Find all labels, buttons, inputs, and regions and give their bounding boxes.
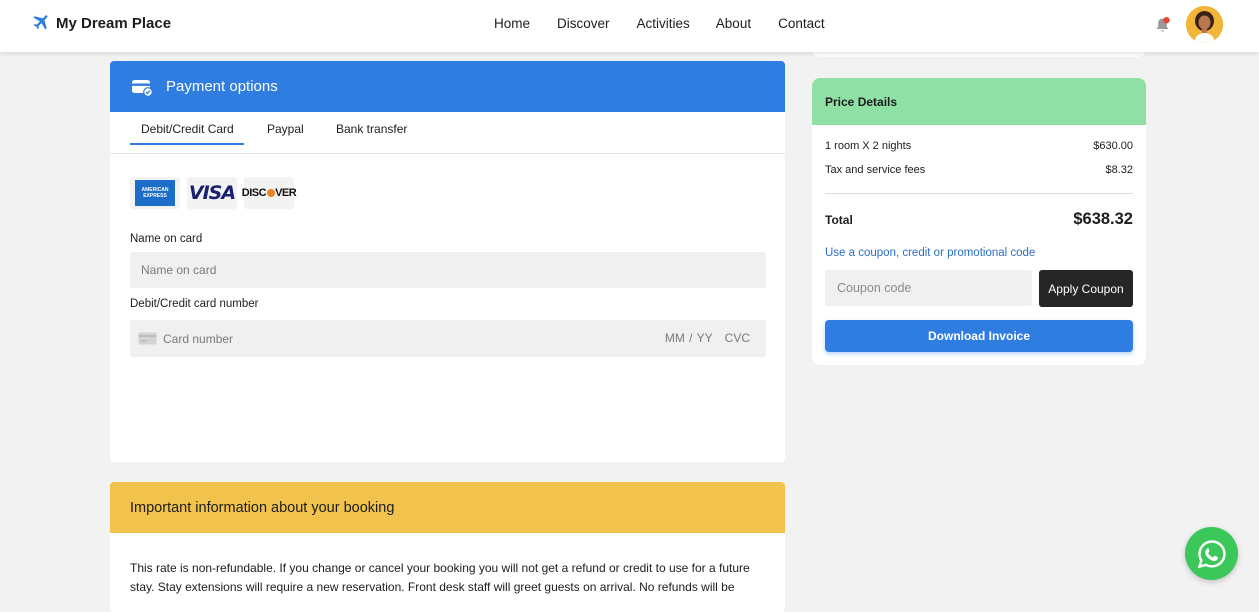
card-number-label: Debit/Credit card number bbox=[130, 298, 259, 310]
user-avatar[interactable] bbox=[1186, 6, 1223, 43]
active-tab-indicator bbox=[130, 143, 244, 145]
price-row: 1 room X 2 nights $630.00 bbox=[825, 140, 1133, 152]
total-label: Total bbox=[825, 212, 853, 227]
avatar-image bbox=[1186, 6, 1223, 43]
price-details-title: Price Details bbox=[812, 78, 1146, 125]
cvc-input[interactable]: CVC bbox=[725, 331, 750, 345]
price-row: Tax and service fees $8.32 bbox=[825, 164, 1133, 176]
card-number-input[interactable]: Card number MM / YY CVC bbox=[130, 320, 766, 357]
american-express-logo: AMERICAN EXPRESS bbox=[130, 177, 180, 209]
payment-options-title: Payment options bbox=[166, 78, 278, 95]
whatsapp-button[interactable] bbox=[1185, 527, 1238, 580]
nav-contact[interactable]: Contact bbox=[778, 16, 825, 31]
booking-info-title: Important information about your booking bbox=[110, 482, 785, 533]
coupon-code-input[interactable]: Coupon code bbox=[825, 270, 1032, 306]
visa-logo: VISA bbox=[187, 177, 237, 209]
main-nav: Home Discover Activities About Contact bbox=[494, 16, 825, 31]
payment-options-card: Payment options Debit/Credit Card Paypal… bbox=[110, 61, 785, 462]
bell-icon[interactable] bbox=[1154, 16, 1171, 34]
coupon-code-placeholder: Coupon code bbox=[837, 281, 912, 295]
nav-home[interactable]: Home bbox=[494, 16, 530, 31]
divider bbox=[825, 193, 1133, 194]
tab-bank-transfer[interactable]: Bank transfer bbox=[336, 122, 407, 136]
top-navbar: My Dream Place Home Discover Activities … bbox=[0, 0, 1259, 52]
price-row-label: 1 room X 2 nights bbox=[825, 140, 912, 152]
payment-tabs: Debit/Credit Card Paypal Bank transfer bbox=[110, 112, 785, 154]
payment-options-header: Payment options bbox=[110, 61, 785, 112]
nav-about[interactable]: About bbox=[716, 16, 751, 31]
price-details-card: Price Details 1 room X 2 nights $630.00 … bbox=[812, 78, 1146, 365]
airplane-icon bbox=[33, 15, 48, 30]
discover-logo: DISC VER bbox=[242, 177, 297, 209]
price-row-value: $8.32 bbox=[1105, 164, 1133, 176]
booking-info-card: Important information about your booking… bbox=[110, 482, 785, 612]
brand[interactable]: My Dream Place bbox=[31, 14, 171, 32]
tab-paypal[interactable]: Paypal bbox=[267, 122, 304, 136]
card-number-placeholder: Card number bbox=[163, 331, 234, 346]
name-on-card-label: Name on card bbox=[130, 233, 203, 245]
credit-card-icon bbox=[138, 332, 157, 345]
name-on-card-placeholder: Name on card bbox=[141, 263, 217, 277]
name-on-card-input[interactable]: Name on card bbox=[130, 252, 766, 288]
download-invoice-button[interactable]: Download Invoice bbox=[825, 320, 1133, 352]
total-row: Total $638.32 bbox=[825, 210, 1133, 229]
nav-activities[interactable]: Activities bbox=[637, 16, 690, 31]
booking-info-text: This rate is non-refundable. If you chan… bbox=[130, 561, 750, 594]
price-row-label: Tax and service fees bbox=[825, 164, 926, 176]
accepted-cards: AMERICAN EXPRESS VISA DISC VER bbox=[130, 177, 297, 209]
expiry-input[interactable]: MM / YY bbox=[665, 331, 713, 345]
nav-discover[interactable]: Discover bbox=[557, 16, 610, 31]
total-value: $638.32 bbox=[1073, 210, 1133, 228]
wallet-icon bbox=[132, 79, 153, 97]
apply-coupon-button[interactable]: Apply Coupon bbox=[1039, 270, 1133, 307]
whatsapp-icon bbox=[1197, 539, 1226, 568]
tab-debit-credit-card[interactable]: Debit/Credit Card bbox=[141, 122, 234, 136]
coupon-link[interactable]: Use a coupon, credit or promotional code bbox=[825, 247, 1035, 259]
price-row-value: $630.00 bbox=[1093, 140, 1133, 152]
brand-name: My Dream Place bbox=[56, 14, 172, 32]
